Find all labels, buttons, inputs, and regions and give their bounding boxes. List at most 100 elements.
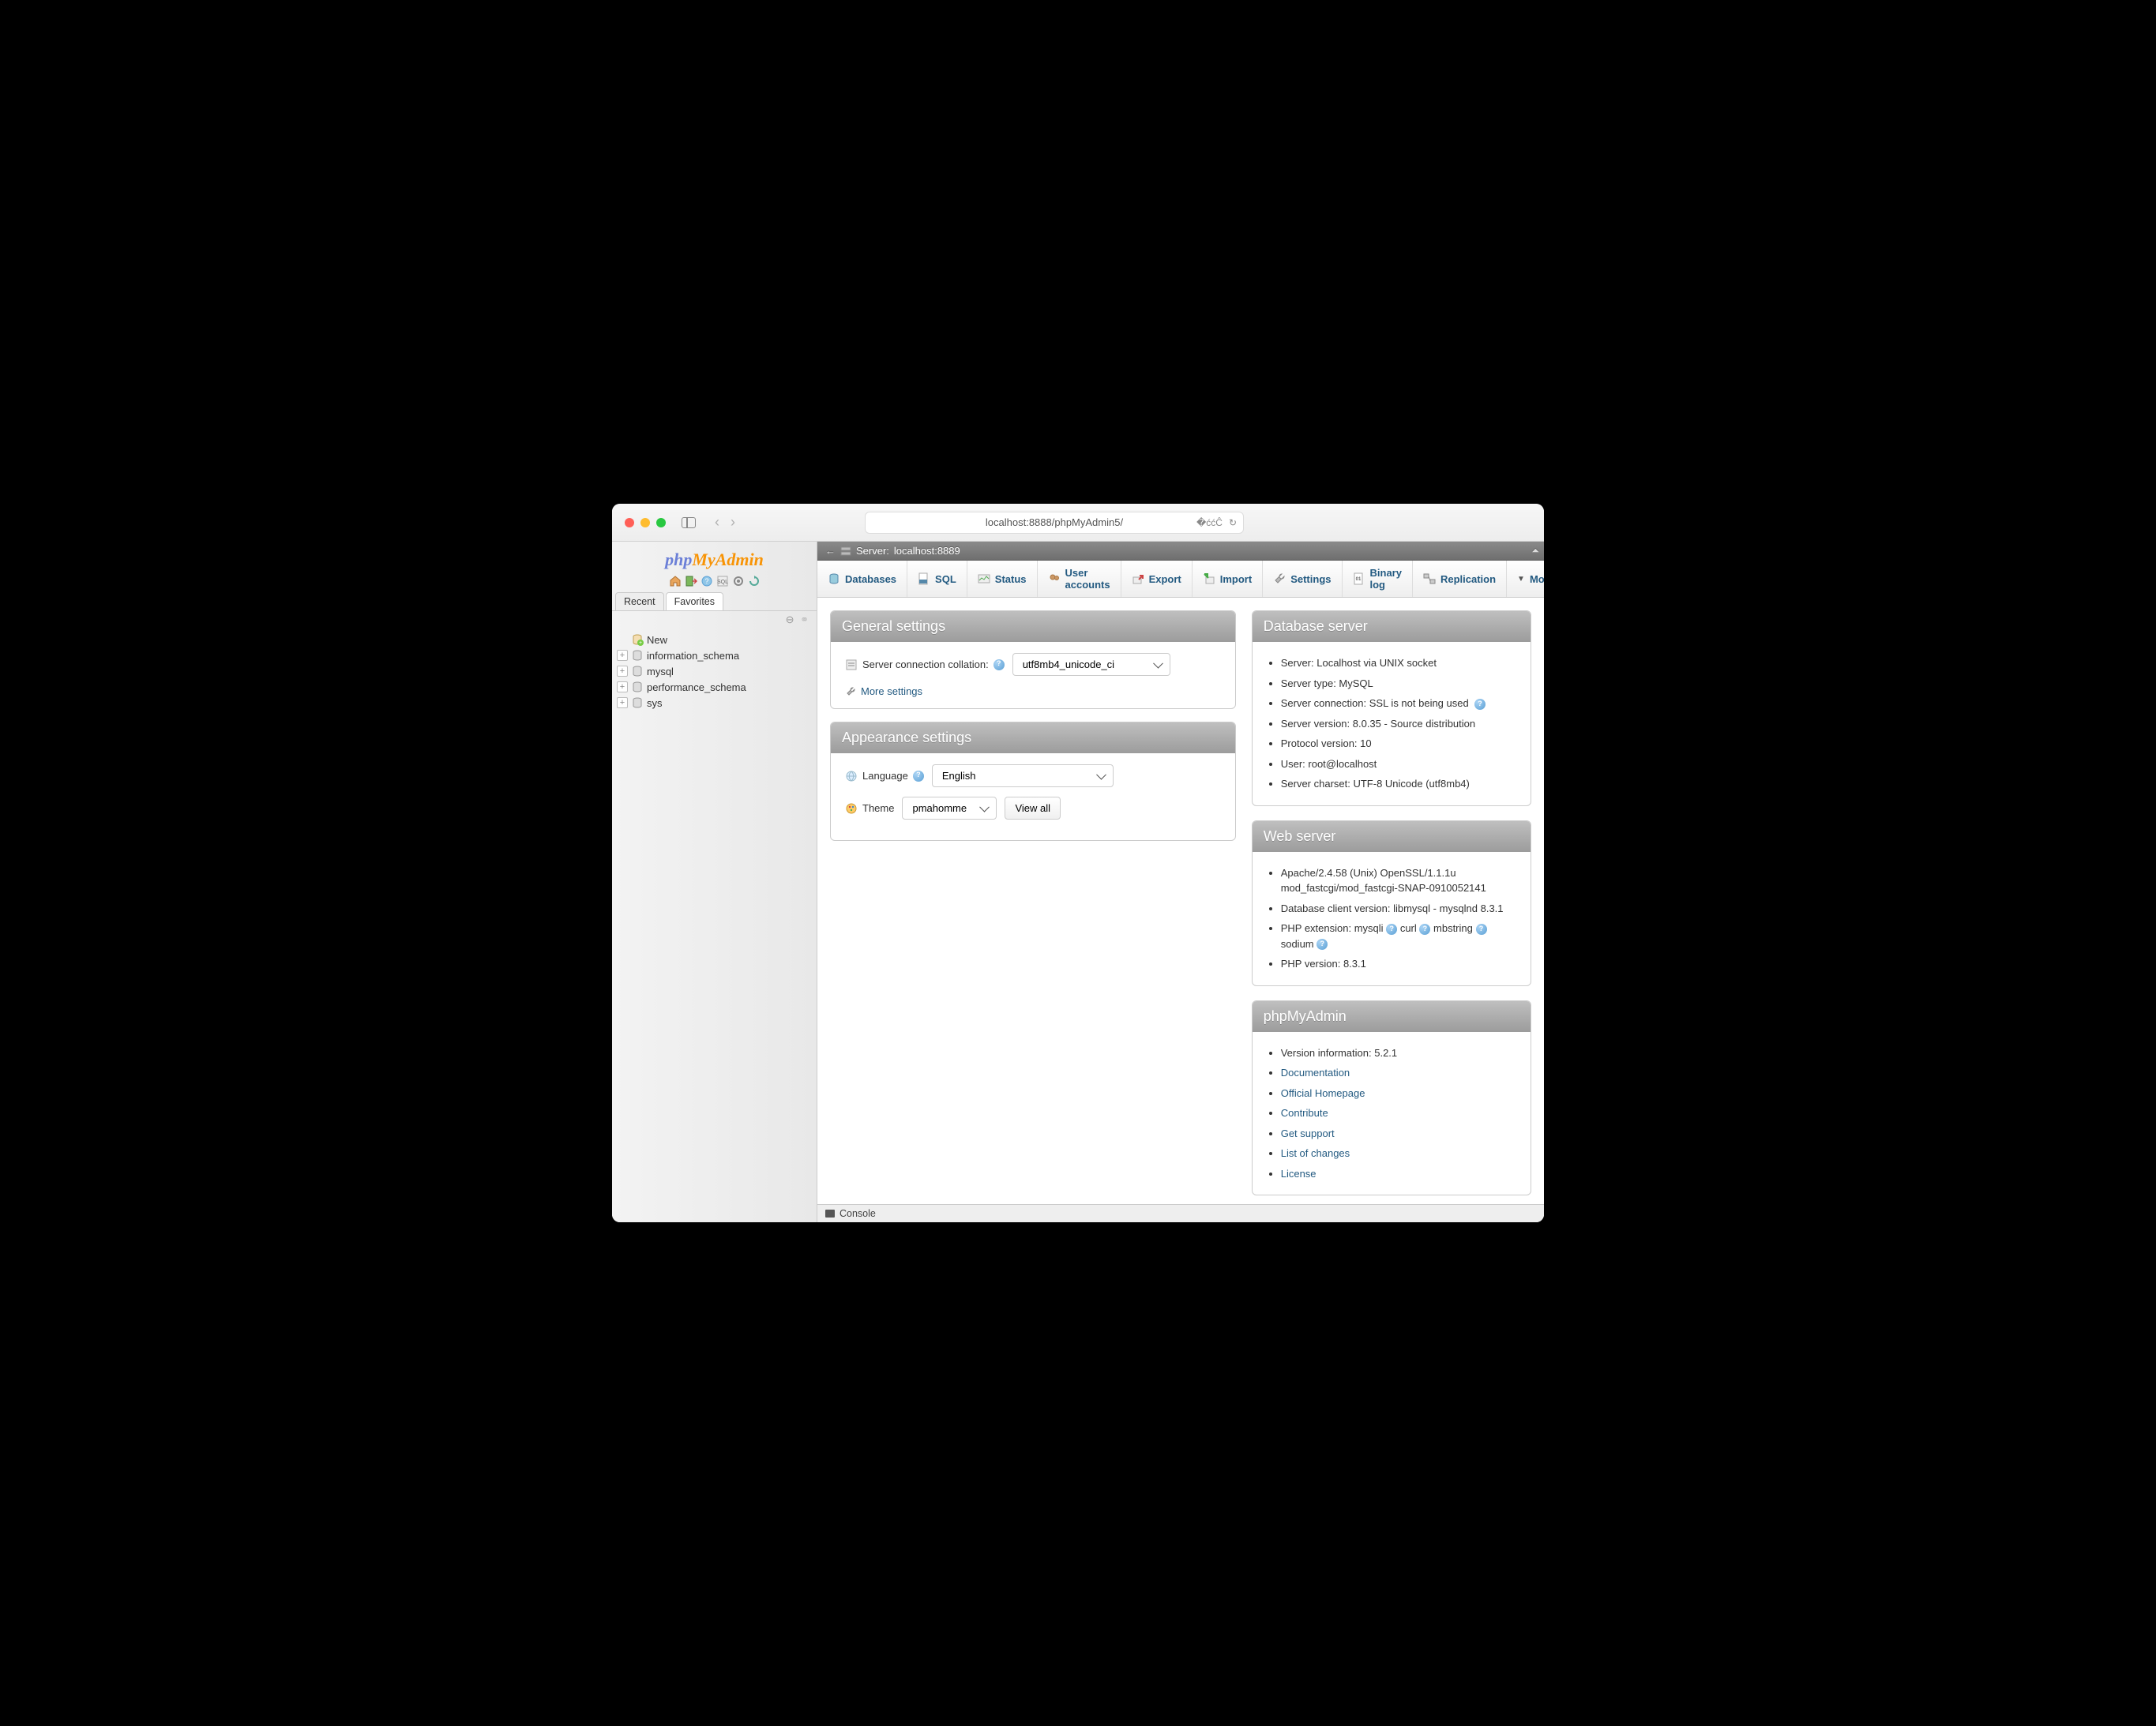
svg-text:SQL: SQL	[716, 580, 727, 585]
tab-favorites[interactable]: Favorites	[666, 592, 723, 610]
console-bar[interactable]: Console	[817, 1204, 1544, 1222]
tab-databases[interactable]: Databases	[817, 561, 907, 597]
tab-more[interactable]: ▼More	[1507, 561, 1544, 597]
window-close-button[interactable]	[625, 518, 634, 527]
webserver-info-item: Apache/2.4.58 (Unix) OpenSSL/1.1.1u mod_…	[1281, 863, 1516, 899]
help-icon[interactable]	[993, 659, 1005, 670]
web-server-panel: Web server Apache/2.4.58 (Unix) OpenSSL/…	[1252, 820, 1531, 986]
recent-favorites-tabs: Recent Favorites	[612, 592, 817, 611]
tree-db-item[interactable]: + information_schema	[615, 647, 813, 663]
users-icon	[1048, 572, 1061, 585]
view-all-button[interactable]: View all	[1005, 797, 1061, 820]
tab-export[interactable]: Export	[1121, 561, 1193, 597]
panel-title: Database server	[1253, 611, 1531, 642]
docs-icon[interactable]: ?	[701, 575, 713, 587]
database-tree: + New + information_schema + mysql +	[612, 628, 817, 714]
tab-recent[interactable]: Recent	[615, 592, 664, 610]
phpmyadmin-panel: phpMyAdmin Version information: 5.2.1 Do…	[1252, 1000, 1531, 1196]
server-info-item: Protocol version: 10	[1281, 734, 1516, 754]
pma-link[interactable]: License	[1281, 1168, 1317, 1180]
url-bar[interactable]: localhost:8888/phpMyAdmin5/ �ććĈ ↻	[865, 512, 1244, 534]
appearance-settings-panel: Appearance settings Language	[830, 722, 1236, 841]
theme-select[interactable]: pmahomme	[902, 797, 997, 820]
pma-link[interactable]: Contribute	[1281, 1107, 1328, 1119]
expand-icon[interactable]: +	[617, 681, 628, 692]
reload-icon[interactable]: ↻	[1229, 517, 1237, 528]
language-label: Language	[862, 770, 908, 782]
help-icon[interactable]	[1386, 924, 1397, 935]
server-info-item: Server type: MySQL	[1281, 674, 1516, 694]
tab-settings[interactable]: Settings	[1263, 561, 1342, 597]
pma-link[interactable]: List of changes	[1281, 1147, 1350, 1159]
back-button[interactable]: ‹	[715, 514, 719, 531]
server-info-item: Server: Localhost via UNIX socket	[1281, 653, 1516, 674]
import-icon	[1203, 572, 1215, 585]
svg-text:+: +	[639, 640, 642, 646]
scroll-top-icon[interactable]: ⏶	[1531, 545, 1539, 557]
tab-user-accounts[interactable]: User accounts	[1038, 561, 1121, 597]
console-icon	[825, 1210, 835, 1218]
phpmyadmin-logo[interactable]: phpMyAdmin	[612, 542, 817, 573]
url-text: localhost:8888/phpMyAdmin5/	[986, 516, 1123, 528]
settings-icon[interactable]	[732, 575, 745, 587]
browser-toolbar: ‹ › localhost:8888/phpMyAdmin5/ �ććĈ ↻	[612, 504, 1544, 542]
server-info-item: Server connection: SSL is not being used	[1281, 693, 1516, 714]
reader-icon[interactable]: �ććĈ	[1196, 517, 1223, 528]
database-icon	[631, 696, 644, 709]
panel-title: phpMyAdmin	[1253, 1001, 1531, 1032]
language-select[interactable]: English	[932, 764, 1114, 787]
tree-db-item[interactable]: + sys	[615, 695, 813, 711]
logout-icon[interactable]	[685, 575, 697, 587]
tab-replication[interactable]: Replication	[1413, 561, 1507, 597]
tree-new[interactable]: + New	[615, 632, 813, 647]
top-tabs: Databases SQL Status User accounts Expor…	[817, 561, 1544, 598]
database-icon	[631, 681, 644, 693]
tab-sql[interactable]: SQL	[907, 561, 967, 597]
window-minimize-button[interactable]	[640, 518, 650, 527]
server-label: Server:	[856, 545, 889, 557]
status-icon	[978, 572, 990, 585]
forward-button[interactable]: ›	[731, 514, 735, 531]
collation-select[interactable]: utf8mb4_unicode_ci	[1012, 653, 1170, 676]
export-icon	[1132, 572, 1144, 585]
tree-db-item[interactable]: + performance_schema	[615, 679, 813, 695]
help-icon[interactable]	[1419, 924, 1430, 935]
database-server-panel: Database server Server: Localhost via UN…	[1252, 610, 1531, 806]
tab-status[interactable]: Status	[967, 561, 1038, 597]
help-icon[interactable]	[1317, 939, 1328, 950]
collapse-all-icon[interactable]: ⊖	[784, 613, 796, 626]
general-settings-panel: General settings Server connection colla…	[830, 610, 1236, 709]
tree-db-item[interactable]: + mysql	[615, 663, 813, 679]
expand-icon[interactable]: +	[617, 650, 628, 661]
more-settings-link[interactable]: More settings	[861, 685, 922, 697]
expand-icon[interactable]: +	[617, 666, 628, 677]
pma-link[interactable]: Get support	[1281, 1128, 1335, 1139]
sidebar-icon-row: ? SQL	[612, 573, 817, 592]
collation-label: Server connection collation:	[862, 659, 989, 670]
binlog-icon: 01	[1353, 572, 1365, 585]
pma-link[interactable]: Documentation	[1281, 1067, 1350, 1079]
help-icon[interactable]	[913, 771, 924, 782]
help-icon[interactable]	[1474, 699, 1486, 710]
theme-label: Theme	[862, 802, 894, 814]
server-info-item: User: root@localhost	[1281, 754, 1516, 775]
reload-nav-icon[interactable]	[748, 575, 761, 587]
help-icon[interactable]	[1476, 924, 1487, 935]
database-icon	[631, 665, 644, 677]
tab-binary-log[interactable]: 01Binary log	[1343, 561, 1413, 597]
breadcrumb-arrow-icon: ←	[825, 545, 836, 557]
console-label: Console	[839, 1208, 876, 1219]
webserver-info-item: Database client version: libmysql - mysq…	[1281, 899, 1516, 919]
sql-icon[interactable]: SQL	[716, 575, 729, 587]
link-icon[interactable]: ⚭	[798, 613, 810, 626]
collation-icon	[845, 659, 858, 671]
navigation-sidebar: phpMyAdmin ? SQL Recent Favorites ⊖ ⚭	[612, 542, 817, 1222]
tab-import[interactable]: Import	[1193, 561, 1263, 597]
home-icon[interactable]	[669, 575, 682, 587]
sidebar-toggle-icon[interactable]	[682, 517, 696, 528]
expand-icon[interactable]: +	[617, 697, 628, 708]
server-info-item: Server version: 8.0.35 - Source distribu…	[1281, 714, 1516, 734]
pma-link[interactable]: Official Homepage	[1281, 1087, 1365, 1099]
server-value[interactable]: localhost:8889	[894, 545, 960, 557]
window-zoom-button[interactable]	[656, 518, 666, 527]
